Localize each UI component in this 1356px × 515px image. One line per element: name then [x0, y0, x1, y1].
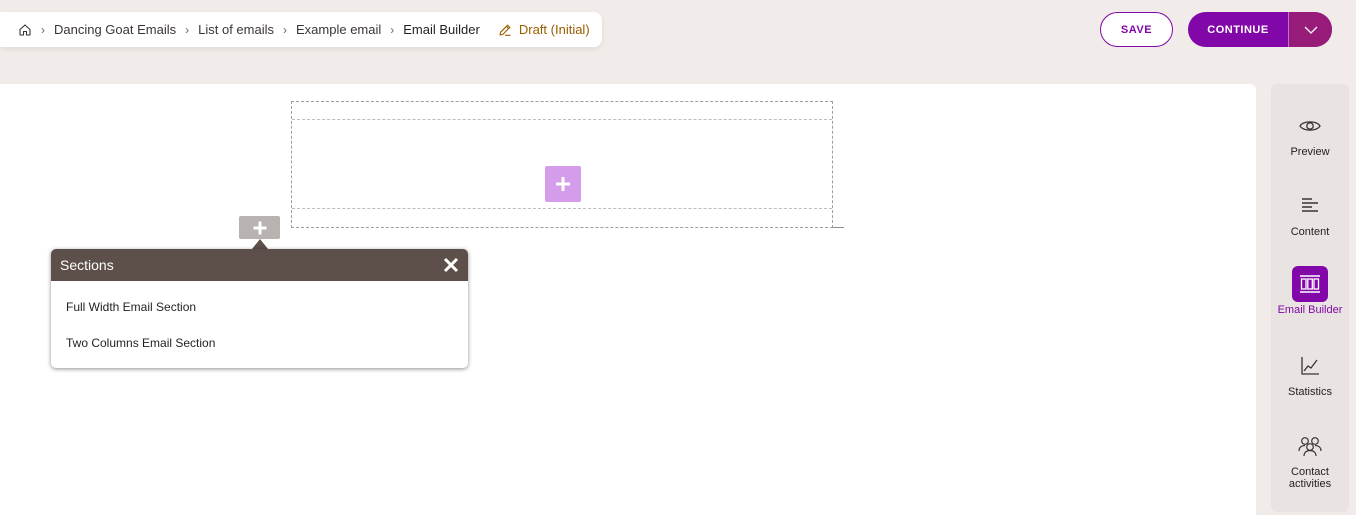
breadcrumb-item-list[interactable]: List of emails — [198, 22, 274, 37]
sidebar-item-label: Email Builder — [1277, 304, 1343, 316]
breadcrumb-separator-icon: › — [185, 22, 190, 37]
sidebar-item-label: Contact activities — [1288, 466, 1332, 490]
email-section[interactable] — [291, 101, 833, 228]
plus-icon — [253, 221, 266, 234]
breadcrumb-separator-icon: › — [283, 22, 287, 37]
sidebar-item-content[interactable]: Content — [1271, 188, 1349, 238]
section-option-two-columns[interactable]: Two Columns Email Section — [51, 325, 468, 361]
breadcrumb-item-email[interactable]: Example email — [296, 22, 381, 37]
eye-icon — [1292, 108, 1328, 144]
continue-dropdown-button[interactable] — [1289, 12, 1332, 47]
breadcrumb-item-channel[interactable]: Dancing Goat Emails — [54, 22, 176, 37]
sidebar-item-email-builder[interactable]: Email Builder — [1271, 266, 1349, 316]
close-icon[interactable] — [442, 256, 460, 274]
email-builder-canvas: Sections Full Width Email Section Two Co… — [0, 84, 1256, 515]
sidebar-item-statistics[interactable]: Statistics — [1271, 348, 1349, 398]
breadcrumb-item-current: Email Builder — [403, 22, 480, 37]
pencil-icon — [499, 24, 511, 36]
widget-zone[interactable] — [292, 119, 832, 209]
sidebar-item-label: Statistics — [1287, 386, 1332, 398]
content-lines-icon — [1292, 188, 1328, 224]
continue-button-group: CONTINUE — [1188, 12, 1332, 47]
email-builder-icon — [1292, 266, 1328, 302]
status-label: Draft (Initial) — [518, 22, 590, 37]
workflow-status: Draft (Initial) — [498, 22, 590, 37]
section-option-full-width[interactable]: Full Width Email Section — [51, 289, 468, 325]
popup-header: Sections — [51, 249, 468, 281]
breadcrumb: › Dancing Goat Emails › List of emails ›… — [0, 12, 602, 47]
sections-list: Full Width Email Section Two Columns Ema… — [51, 281, 468, 361]
sidebar-item-contact-activities[interactable]: Contact activities — [1271, 428, 1349, 490]
sidebar-item-preview[interactable]: Preview — [1271, 108, 1349, 158]
sidebar-item-label: Preview — [1290, 146, 1330, 158]
popup-title: Sections — [60, 257, 114, 273]
right-sidebar: Preview Content Email Builder Statistics… — [1271, 84, 1349, 512]
section-divider-line — [833, 227, 844, 228]
continue-button[interactable]: CONTINUE — [1188, 12, 1288, 47]
add-section-button[interactable] — [239, 216, 280, 239]
sections-popup: Sections Full Width Email Section Two Co… — [51, 249, 468, 368]
contacts-icon — [1292, 428, 1328, 464]
sidebar-item-label: Content — [1290, 226, 1330, 238]
plus-icon — [556, 177, 570, 191]
home-icon[interactable] — [18, 23, 32, 37]
popup-pointer — [252, 239, 268, 249]
breadcrumb-separator-icon: › — [390, 22, 395, 37]
chevron-down-icon — [1304, 26, 1317, 34]
breadcrumb-separator-icon: › — [41, 22, 45, 37]
add-widget-button[interactable] — [545, 166, 581, 202]
chart-icon — [1292, 348, 1328, 384]
save-button[interactable]: SAVE — [1100, 12, 1173, 47]
